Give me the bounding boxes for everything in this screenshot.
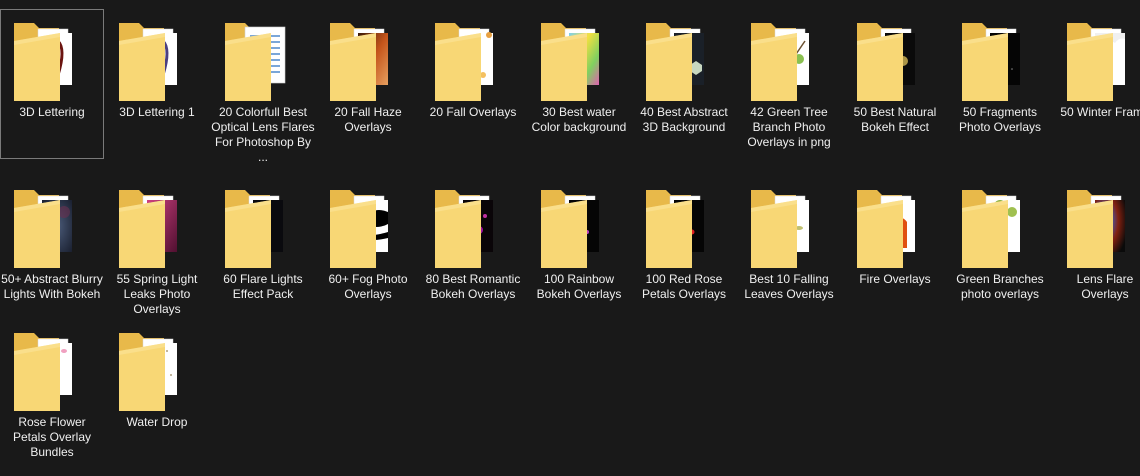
folder-label: Rose Flower Petals Overlay Bundles bbox=[12, 415, 92, 459]
folder-label: 50 Best Natural Bokeh Effect bbox=[853, 105, 937, 134]
folder-item[interactable]: Water Drop bbox=[105, 319, 209, 469]
folder-label: 50 Winter Frame bbox=[1060, 105, 1140, 119]
folder-label: 100 Rainbow Bokeh Overlays bbox=[536, 272, 622, 301]
folder-item[interactable]: 50 Fragments Photo Overlays bbox=[948, 9, 1052, 159]
folder-icon bbox=[117, 327, 187, 413]
folder-icon bbox=[223, 184, 293, 270]
folder-item[interactable]: 50+ Abstract Blurry Lights With Bokeh bbox=[0, 176, 104, 326]
folder-item[interactable]: Rose Flower Petals Overlay Bundles bbox=[0, 319, 104, 469]
folder-label: 60+ Fog Photo Overlays bbox=[328, 272, 408, 301]
folder-icon bbox=[117, 17, 187, 103]
folder-icon bbox=[749, 184, 819, 270]
folder-icon bbox=[117, 184, 187, 270]
folder-icon bbox=[644, 17, 714, 103]
folder-icon bbox=[960, 17, 1030, 103]
folder-icon bbox=[1065, 184, 1135, 270]
folder-icon bbox=[1065, 17, 1135, 103]
folder-label: 20 Fall Haze Overlays bbox=[334, 105, 402, 134]
folder-icon bbox=[328, 184, 398, 270]
folder-label: 42 Green Tree Branch Photo Overlays in p… bbox=[747, 105, 831, 149]
folder-label: 20 Colorfull Best Optical Lens Flares Fo… bbox=[211, 105, 315, 164]
folder-item[interactable]: Best 10 Falling Leaves Overlays bbox=[737, 176, 841, 326]
folder-icon bbox=[539, 184, 609, 270]
folder-icon bbox=[960, 184, 1030, 270]
folder-item[interactable]: 80 Best Romantic Bokeh Overlays bbox=[421, 176, 525, 326]
folder-icon bbox=[855, 17, 925, 103]
folder-label: 20 Fall Overlays bbox=[429, 105, 517, 119]
folder-item[interactable]: 50 Best Natural Bokeh Effect bbox=[843, 9, 947, 159]
folder-icon bbox=[855, 184, 925, 270]
folder-label: 80 Best Romantic Bokeh Overlays bbox=[425, 272, 521, 301]
folder-item[interactable]: 20 Colorfull Best Optical Lens Flares Fo… bbox=[211, 9, 315, 164]
folder-icon bbox=[749, 17, 819, 103]
folder-grid: 3D Lettering 3D Lettering 1 20 Colorfull… bbox=[0, 0, 1140, 476]
folder-label: 50+ Abstract Blurry Lights With Bokeh bbox=[1, 272, 103, 301]
folder-item[interactable]: 42 Green Tree Branch Photo Overlays in p… bbox=[737, 9, 841, 159]
folder-item[interactable]: Lens Flare Overlays bbox=[1053, 176, 1140, 326]
folder-item[interactable]: 50 Winter Frame bbox=[1053, 9, 1140, 159]
folder-item[interactable]: 60 Flare Lights Effect Pack bbox=[211, 176, 315, 326]
folder-item[interactable]: 20 Fall Haze Overlays bbox=[316, 9, 420, 159]
folder-item[interactable]: 30 Best water Color background bbox=[527, 9, 631, 159]
folder-label: 60 Flare Lights Effect Pack bbox=[223, 272, 303, 301]
folder-label: Lens Flare Overlays bbox=[1076, 272, 1134, 301]
folder-label: 3D Lettering bbox=[19, 105, 85, 119]
folder-label: Water Drop bbox=[126, 415, 188, 429]
folder-icon bbox=[12, 184, 82, 270]
folder-item[interactable]: Green Branches photo overlays bbox=[948, 176, 1052, 326]
folder-label: 55 Spring Light Leaks Photo Overlays bbox=[116, 272, 198, 316]
folder-icon bbox=[433, 17, 503, 103]
folder-item[interactable]: 100 Red Rose Petals Overlays bbox=[632, 176, 736, 326]
folder-label: 100 Red Rose Petals Overlays bbox=[641, 272, 727, 301]
folder-label: Best 10 Falling Leaves Overlays bbox=[744, 272, 834, 301]
folder-item[interactable]: 20 Fall Overlays bbox=[421, 9, 525, 159]
folder-icon bbox=[433, 184, 503, 270]
folder-item[interactable]: 60+ Fog Photo Overlays bbox=[316, 176, 420, 326]
folder-item[interactable]: 100 Rainbow Bokeh Overlays bbox=[527, 176, 631, 326]
folder-icon bbox=[644, 184, 714, 270]
folder-icon bbox=[328, 17, 398, 103]
folder-label: Fire Overlays bbox=[859, 272, 931, 286]
folder-item[interactable]: 40 Best Abstract 3D Background bbox=[632, 9, 736, 159]
folder-icon bbox=[539, 17, 609, 103]
folder-icon bbox=[12, 327, 82, 413]
folder-label: 40 Best Abstract 3D Background bbox=[640, 105, 728, 134]
folder-label: 3D Lettering 1 bbox=[119, 105, 195, 119]
folder-icon bbox=[12, 17, 82, 103]
folder-item[interactable]: 3D Lettering 1 bbox=[105, 9, 209, 159]
folder-label: 30 Best water Color background bbox=[531, 105, 627, 134]
folder-label: 50 Fragments Photo Overlays bbox=[958, 105, 1042, 134]
folder-label: Green Branches photo overlays bbox=[956, 272, 1044, 301]
folder-icon bbox=[223, 17, 293, 103]
folder-item[interactable]: 55 Spring Light Leaks Photo Overlays bbox=[105, 176, 209, 326]
folder-item[interactable]: 3D Lettering bbox=[0, 9, 104, 159]
folder-item[interactable]: Fire Overlays bbox=[843, 176, 947, 326]
